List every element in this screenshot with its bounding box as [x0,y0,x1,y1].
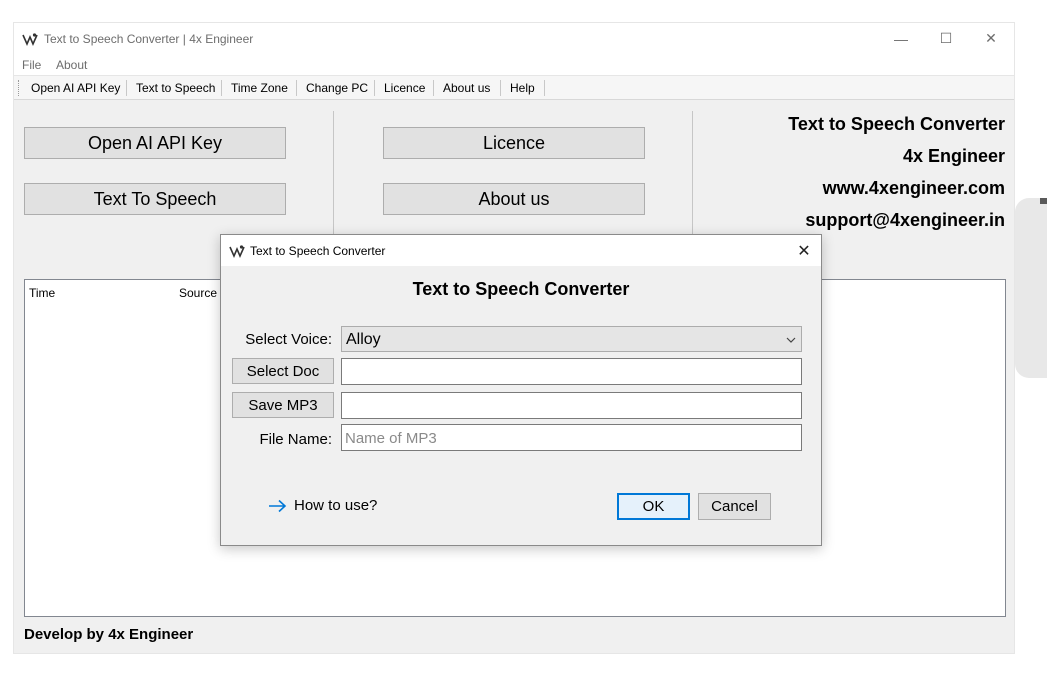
arrow-right-icon [269,499,287,512]
app-logo-icon [229,245,245,258]
select-doc-button[interactable]: Select Doc [232,358,334,384]
file-name-field[interactable]: Name of MP3 [341,424,802,451]
info-support-email: support@4xengineer.in [805,210,1005,230]
dialog-heading: Text to Speech Converter [412,279,630,299]
menu-file[interactable]: File [22,58,41,72]
tool-open-ai-api-key[interactable]: Open AI API Key [31,81,120,95]
tool-change-pc[interactable]: Change PC [306,81,368,95]
file-name-label: File Name: [259,431,332,448]
open-ai-api-key-button[interactable]: Open AI API Key [24,127,286,159]
tool-help[interactable]: Help [510,81,535,95]
ok-button[interactable]: OK [617,493,690,520]
tool-separator [544,80,545,96]
info-product-name: Text to Speech Converter [788,114,1005,134]
how-to-use-link[interactable]: How to use? [268,497,377,514]
tool-separator [126,80,127,96]
tool-about-us[interactable]: About us [443,81,490,95]
save-mp3-button[interactable]: Save MP3 [232,392,334,418]
column-header-source[interactable]: Source [179,286,217,300]
tool-strip: Open AI API Key Text to Speech Time Zone… [14,75,1014,100]
voice-select[interactable]: Alloy [341,326,802,352]
maximize-icon: ☐ [939,30,953,46]
info-company-name: 4x Engineer [902,146,1005,166]
info-website: www.4xengineer.com [822,178,1005,198]
how-to-use-label: How to use? [294,497,378,514]
tool-strip-grip[interactable] [18,80,21,96]
menu-about[interactable]: About [56,58,87,72]
tts-dialog: Text to Speech Converter ✕ Text to Speec… [220,234,822,546]
app-logo-icon [22,33,38,46]
chevron-down-icon [786,337,796,343]
tool-licence[interactable]: Licence [384,81,425,95]
footer-credit: Develop by 4x Engineer [24,626,194,643]
minimize-button[interactable]: — [878,23,924,54]
voice-select-value: Alloy [346,331,381,348]
file-name-placeholder: Name of MP3 [345,430,437,447]
mp3-path-field[interactable] [341,392,802,419]
tool-separator [221,80,222,96]
title-bar: Text to Speech Converter | 4x Engineer —… [14,23,1014,54]
cancel-button[interactable]: Cancel [698,493,771,520]
window-title: Text to Speech Converter | 4x Engineer [44,32,254,46]
background-window-mark [1040,198,1047,204]
minimize-icon: — [894,30,908,47]
vertical-divider [333,111,334,236]
tool-time-zone[interactable]: Time Zone [231,81,288,95]
close-icon: ✕ [797,243,811,260]
licence-button[interactable]: Licence [383,127,645,159]
tool-separator [374,80,375,96]
maximize-button[interactable]: ☐ [923,23,969,54]
menu-bar: File About [14,54,1014,75]
vertical-divider [692,111,693,236]
background-window-edge [1015,198,1047,378]
dialog-close-button[interactable]: ✕ [789,239,819,263]
dialog-title: Text to Speech Converter [250,244,386,258]
about-us-button[interactable]: About us [383,183,645,215]
text-to-speech-button[interactable]: Text To Speech [24,183,286,215]
doc-path-field[interactable] [341,358,802,385]
tool-separator [500,80,501,96]
dialog-title-bar: Text to Speech Converter ✕ [221,235,821,266]
close-button[interactable]: ✕ [968,23,1014,54]
select-voice-label: Select Voice: [245,331,332,348]
close-icon: ✕ [985,30,997,46]
tool-separator [296,80,297,96]
tool-separator [433,80,434,96]
column-header-time[interactable]: Time [29,286,55,300]
tool-text-to-speech[interactable]: Text to Speech [136,81,215,95]
